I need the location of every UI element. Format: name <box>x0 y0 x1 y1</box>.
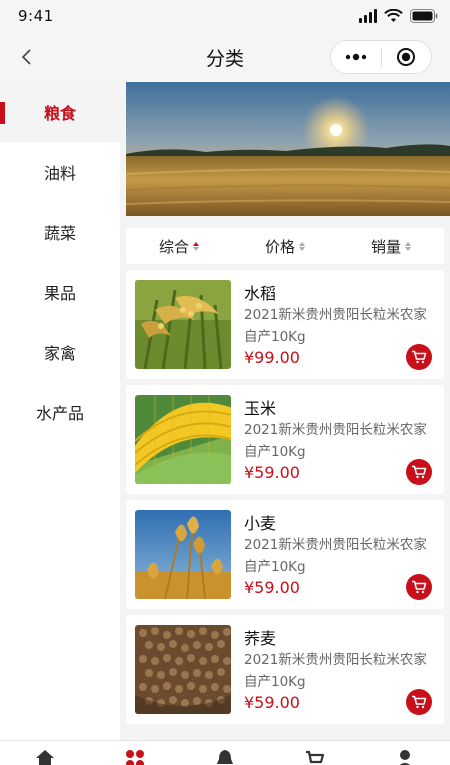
signal-icon <box>359 9 377 23</box>
sidebar-item-oil[interactable]: 油料 <box>0 142 120 202</box>
cart-icon <box>412 350 427 364</box>
product-card[interactable]: 玉米 2021新米贵州贵阳长粒米农家自产10Kg ¥59.00 <box>126 385 444 494</box>
more-icon <box>345 53 366 61</box>
sidebar-item-seafood[interactable]: 水产品 <box>0 382 120 442</box>
back-icon <box>21 49 31 65</box>
cart-icon <box>412 580 427 594</box>
sidebar-item-label: 水产品 <box>35 404 84 423</box>
add-to-cart-button[interactable] <box>406 344 432 370</box>
product-card[interactable]: 小麦 2021新米贵州贵阳长粒米农家自产10Kg ¥59.00 <box>126 500 444 609</box>
mini-program-capsule <box>330 40 432 74</box>
corn-cob-image <box>135 395 231 484</box>
sort-arrows-icon <box>193 242 199 251</box>
navigation-bar: 分类 <box>0 32 450 82</box>
tab-messages[interactable] <box>180 741 270 765</box>
tab-cart[interactable] <box>270 741 360 765</box>
main-content: 综合 价格 销量 水稻 2021新米贵州贵阳长粒米农家自产10Kg ¥99.00… <box>120 82 450 740</box>
status-bar: 9:41 <box>0 0 450 32</box>
sort-label: 综合 <box>158 237 189 256</box>
status-time: 9:41 <box>18 7 54 25</box>
sort-comprehensive[interactable]: 综合 <box>126 236 232 257</box>
category-sidebar: 粮食 油料 蔬菜 果品 家禽 水产品 <box>0 82 120 740</box>
rice-plant-image <box>135 280 231 369</box>
sidebar-item-vegetables[interactable]: 蔬菜 <box>0 202 120 262</box>
product-desc: 2021新米贵州贵阳长粒米农家自产10Kg <box>244 652 427 690</box>
page-title: 分类 <box>205 47 244 70</box>
product-desc: 2021新米贵州贵阳长粒米农家自产10Kg <box>244 307 427 345</box>
app-root: 9:41 分类 粮食 油料 蔬菜 果品 家禽 水产品 综合 价格 销量 水稻 2… <box>0 0 450 765</box>
sidebar-item-grain[interactable]: 粮食 <box>0 82 120 142</box>
sort-label: 价格 <box>264 237 295 256</box>
target-icon <box>397 48 416 66</box>
status-icons <box>359 9 438 23</box>
close-button[interactable] <box>382 41 432 73</box>
sidebar-item-label: 家禽 <box>43 344 76 363</box>
sidebar-item-label: 蔬菜 <box>43 224 76 243</box>
product-desc: 2021新米贵州贵阳长粒米农家自产10Kg <box>244 537 427 575</box>
product-price: ¥99.00 <box>244 348 300 367</box>
product-price: ¥59.00 <box>244 463 300 482</box>
product-name: 荞麦 <box>244 629 277 648</box>
bottom-tab-bar <box>0 740 450 765</box>
sidebar-item-label: 粮食 <box>43 104 76 123</box>
buckwheat-grains-image <box>135 625 231 714</box>
sort-arrows-icon <box>405 242 411 251</box>
product-price: ¥59.00 <box>244 693 300 712</box>
sort-label: 销量 <box>370 237 401 256</box>
add-to-cart-button[interactable] <box>406 574 432 600</box>
product-name: 小麦 <box>244 514 277 533</box>
product-name: 玉米 <box>244 399 277 418</box>
banner-image[interactable] <box>126 82 450 216</box>
product-name: 水稻 <box>244 284 277 303</box>
battery-icon <box>410 9 438 23</box>
tab-profile[interactable] <box>360 741 450 765</box>
cart-icon <box>412 695 427 709</box>
wheat-ears-image <box>135 510 231 599</box>
bell-icon <box>217 750 233 764</box>
wifi-icon <box>384 9 403 22</box>
sidebar-item-poultry[interactable]: 家禽 <box>0 322 120 382</box>
sidebar-item-label: 果品 <box>43 284 76 303</box>
add-to-cart-button[interactable] <box>406 459 432 485</box>
tab-home[interactable] <box>0 741 90 765</box>
home-icon <box>36 750 54 765</box>
sort-price[interactable]: 价格 <box>232 236 338 257</box>
user-icon <box>399 750 411 765</box>
sort-arrows-icon <box>299 242 305 251</box>
product-card[interactable]: 水稻 2021新米贵州贵阳长粒米农家自产10Kg ¥99.00 <box>126 270 444 379</box>
sidebar-item-label: 油料 <box>43 164 76 183</box>
product-card[interactable]: 荞麦 2021新米贵州贵阳长粒米农家自产10Kg ¥59.00 <box>126 615 444 724</box>
sort-bar: 综合 价格 销量 <box>126 228 444 264</box>
product-desc: 2021新米贵州贵阳长粒米农家自产10Kg <box>244 422 427 460</box>
cart-icon <box>412 465 427 479</box>
sort-sales[interactable]: 销量 <box>338 236 444 257</box>
back-button[interactable] <box>12 43 40 71</box>
category-icon <box>126 750 144 765</box>
more-button[interactable] <box>331 41 381 73</box>
sidebar-item-fruits[interactable]: 果品 <box>0 262 120 322</box>
product-price: ¥59.00 <box>244 578 300 597</box>
tab-category[interactable] <box>90 741 180 765</box>
cart-icon <box>306 750 325 764</box>
add-to-cart-button[interactable] <box>406 689 432 715</box>
